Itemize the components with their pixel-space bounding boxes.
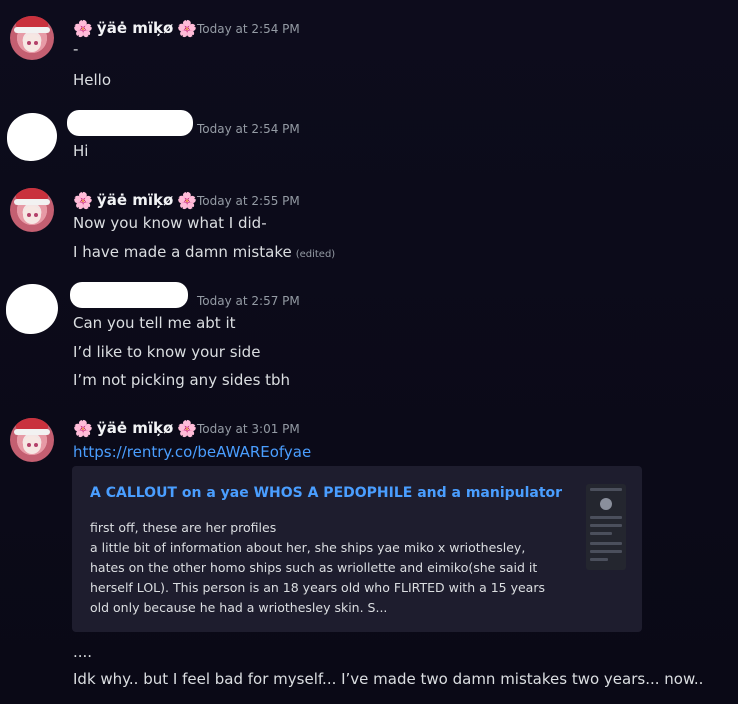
cherry-blossom-icon: 🌸	[177, 18, 198, 38]
cherry-blossom-icon: 🌸	[177, 418, 198, 438]
message-text: ....	[73, 643, 93, 661]
eye-icon	[34, 213, 38, 217]
edited-label: (edited)	[295, 249, 336, 260]
message-text: -	[73, 40, 79, 58]
avatar[interactable]	[10, 188, 54, 232]
timestamp[interactable]: Today at 2:55 PM	[197, 194, 300, 208]
username-text: ÿäė mïķø	[96, 191, 174, 209]
timestamp[interactable]: Today at 2:57 PM	[197, 294, 300, 308]
eye-icon	[34, 41, 38, 45]
santa-hat-icon	[14, 188, 50, 205]
thumbnail-line	[590, 558, 608, 561]
rentry-link[interactable]: https://rentry.co/beAWAREofyae	[73, 443, 311, 461]
thumbnail-line	[590, 550, 622, 553]
santa-hat-icon	[14, 418, 50, 435]
timestamp[interactable]: Today at 2:54 PM	[197, 22, 300, 36]
avatar[interactable]	[10, 16, 54, 60]
message-text: Now you know what I did-	[73, 214, 267, 232]
thumbnail-line	[590, 542, 622, 545]
face-icon	[23, 206, 41, 224]
username-text: ÿäė mïķø	[96, 419, 174, 437]
thumbnail-line	[590, 524, 622, 527]
eye-icon	[34, 443, 38, 447]
username[interactable]: 🌸 ÿäė mïķø 🌸	[73, 419, 197, 438]
santa-hat-icon	[14, 16, 50, 33]
embed-title[interactable]: A CALLOUT on a yae WHOS A PEDOPHILE and …	[90, 485, 562, 501]
redacted-username	[67, 110, 193, 136]
cherry-blossom-icon: 🌸	[177, 190, 198, 210]
link-embed: A CALLOUT on a yae WHOS A PEDOPHILE and …	[72, 466, 642, 632]
message-text: Can you tell me abt it	[73, 314, 236, 332]
embed-thumbnail[interactable]	[586, 484, 626, 570]
face-icon	[23, 34, 41, 52]
cherry-blossom-icon: 🌸	[73, 190, 93, 210]
embed-description-text: first off, these are her profiles a litt…	[90, 520, 545, 615]
username-text: ÿäė mïķø	[96, 19, 174, 37]
redacted-username	[70, 282, 188, 308]
message-text: I’m not picking any sides tbh	[73, 371, 291, 389]
thumbnail-avatar-icon	[600, 498, 612, 510]
redacted-avatar[interactable]	[7, 113, 57, 161]
timestamp[interactable]: Today at 2:54 PM	[197, 122, 300, 136]
message-text: I have made a damn mistake (edited)	[73, 243, 335, 261]
eye-icon	[27, 41, 31, 45]
cherry-blossom-icon: 🌸	[73, 18, 93, 38]
message-header: 🌸 ÿäė mïķø 🌸	[73, 190, 197, 210]
timestamp[interactable]: Today at 3:01 PM	[197, 422, 300, 436]
message-text-content: I have made a damn mistake	[73, 243, 292, 261]
thumbnail-line	[590, 488, 622, 491]
username[interactable]: 🌸 ÿäė mïķø 🌸	[73, 191, 197, 210]
message-text: Idk why.. but I feel bad for myself... I…	[73, 670, 704, 688]
cherry-blossom-icon: 🌸	[73, 418, 93, 438]
chat-log: 🌸 ÿäė mïķø 🌸 Today at 2:54 PM - Hello To…	[0, 0, 738, 704]
eye-icon	[27, 443, 31, 447]
embed-description: first off, these are her profiles a litt…	[90, 518, 560, 618]
thumbnail-line	[590, 516, 622, 519]
message-header: 🌸 ÿäė mïķø 🌸	[73, 418, 197, 438]
message-header: 🌸 ÿäė mïķø 🌸	[73, 18, 197, 38]
face-icon	[23, 436, 41, 454]
thumbnail-line	[590, 532, 612, 535]
username[interactable]: 🌸 ÿäė mïķø 🌸	[73, 19, 197, 38]
avatar[interactable]	[10, 418, 54, 462]
redacted-avatar[interactable]	[6, 284, 58, 334]
message-text: Hi	[73, 142, 89, 160]
message-text: I’d like to know your side	[73, 343, 261, 361]
eye-icon	[27, 213, 31, 217]
message-text: Hello	[73, 71, 112, 89]
